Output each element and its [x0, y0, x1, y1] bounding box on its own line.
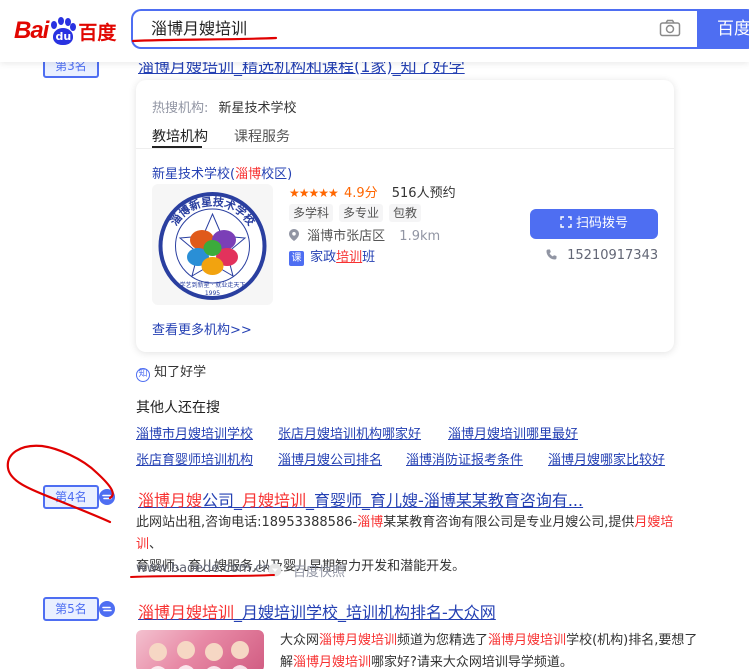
distance-text: 1.9km [399, 229, 441, 244]
logo-chinese: 百度 [78, 21, 117, 44]
booking-count: 516人预约 [391, 186, 456, 201]
related-item[interactable]: 张店月嫂培训机构哪家好 [278, 423, 421, 442]
result-4-title[interactable]: 淄博月嫂公司_月嫂培训_育婴师_育儿嫂-淄博某某教育咨询有... [138, 487, 583, 511]
rating-value: 4.9分 [343, 186, 378, 201]
annotation-circle [6, 444, 114, 524]
institution-card: 热搜机构: 新星技术学校 教培机构 课程服务 新星技术学校(淄博校区) 淄博新星… [136, 80, 674, 352]
svg-text:1995: 1995 [205, 290, 220, 297]
snapshot-link[interactable]: 百度快照 [293, 561, 345, 580]
related-item[interactable]: 张店育婴师培训机构 [136, 449, 253, 468]
related-item[interactable]: 淄博消防证报考条件 [406, 449, 523, 468]
baidu-logo[interactable]: Bai du 百度 [14, 14, 116, 48]
annotation-underline [131, 36, 278, 43]
school-emblem-icon: 淄博新星技术学校 学艺到新星 · 就业走天下 1995 [158, 192, 267, 300]
course-row[interactable]: 课 家政培训班 [289, 246, 375, 266]
star-rating-icon: ★★★★★ [289, 186, 339, 200]
related-item[interactable]: 淄博月嫂培训哪里最好 [448, 423, 578, 442]
svg-text:学艺到新星 · 就业走天下: 学艺到新星 · 就业走天下 [180, 281, 246, 289]
more-institutions-link[interactable]: 查看更多机构>> [152, 319, 252, 338]
rank-badge-5: 第5名 [43, 597, 99, 621]
hot-value[interactable]: 新星技术学校 [219, 101, 297, 116]
source-name: 知了好学 [154, 365, 207, 380]
annotation-url-underline [130, 574, 275, 578]
tag-item: 多学科 [289, 204, 334, 222]
location-row: 淄博市张店区 1.9km [289, 225, 440, 244]
tag-list: 多学科 多专业 包教 [289, 204, 427, 222]
zhiliao-icon: 知 [136, 368, 150, 382]
scan-icon [560, 216, 572, 228]
school-name[interactable]: 新星技术学校(淄博校区) [152, 163, 292, 182]
course-icon: 课 [289, 251, 304, 266]
related-item[interactable]: 淄博月嫂哪家比较好 [548, 449, 665, 468]
school-logo[interactable]: 淄博新星技术学校 学艺到新星 · 就业走天下 1995 [152, 184, 273, 305]
rating-row: ★★★★★ 4.9分 516人预约 [289, 182, 456, 201]
related-item[interactable]: 淄博月嫂公司排名 [278, 449, 382, 468]
related-item[interactable]: 淄博市月嫂培训学校 [136, 423, 253, 442]
tab-courses[interactable]: 课程服务 [234, 126, 290, 146]
source-row[interactable]: 知 知了好学 [136, 361, 206, 382]
header-bar: Bai du 百度 淄博月嫂培训 百度 [0, 0, 749, 62]
hot-label: 热搜机构: [152, 101, 209, 116]
location-pin-icon [289, 229, 299, 241]
result-5-title[interactable]: 淄博月嫂培训_月嫂培训学校_培训机构排名-大众网 [138, 599, 496, 623]
tag-item: 多专业 [339, 204, 384, 222]
phone-icon [546, 249, 557, 260]
tab-divider [136, 148, 674, 149]
people-photo-icon [149, 641, 249, 669]
phone-number: 15210917343 [567, 248, 659, 263]
scan-dial-button[interactable]: 扫码拨号 [530, 209, 658, 239]
camera-icon[interactable] [659, 19, 681, 37]
auth-check-icon [99, 601, 115, 617]
result-5-snippet: 大众网淄博月嫂培训频道为您精选了淄博月嫂培训学校(机构)排名,要想了 解淄博月嫂… [280, 633, 698, 669]
tab-institutions[interactable]: 教培机构 [152, 126, 208, 146]
logo-text: Bai [14, 17, 49, 44]
tag-item: 包教 [389, 204, 422, 222]
phone-row: 15210917343 [546, 248, 658, 263]
paw-icon: du [49, 17, 77, 45]
related-title: 其他人还在搜 [136, 400, 220, 416]
search-button[interactable]: 百度 [697, 9, 749, 49]
location-text: 淄博市张店区 [307, 229, 386, 244]
result-5-thumbnail[interactable] [136, 630, 264, 669]
